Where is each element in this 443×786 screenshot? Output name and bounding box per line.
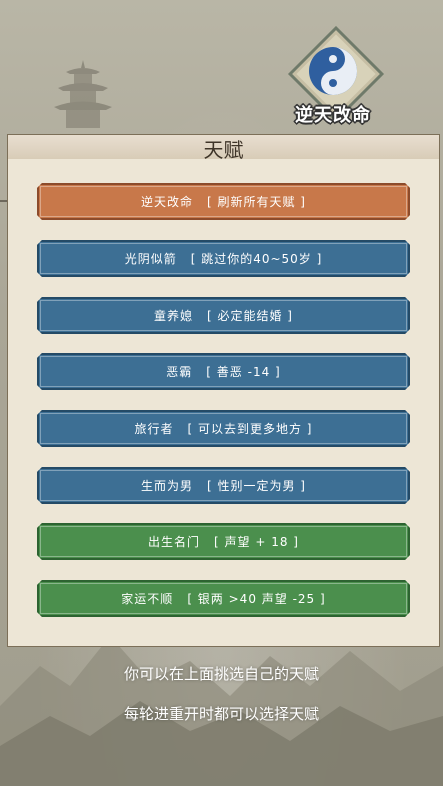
hint-text-2: 每轮进重开时都可以选择天赋 xyxy=(123,705,319,723)
talent-list: 逆天改命 [ 刷新所有天赋 ] 光阴似箭 [ 跳过你的40~50岁 ] 童养媳 … xyxy=(8,159,439,646)
talent-name: 光阴似箭 xyxy=(124,252,177,266)
talent-name: 童养媳 xyxy=(153,309,193,323)
yin-yang-icon xyxy=(309,47,357,95)
talent-effect: [ 跳过你的40~50岁 ] xyxy=(190,252,323,266)
talent-effect: [ 可以去到更多地方 ] xyxy=(187,422,313,436)
talent-name: 家运不顺 xyxy=(121,592,174,606)
talent-effect: [ 银两 >40 声望 -25 ] xyxy=(187,592,326,606)
pagoda-icon xyxy=(54,60,112,128)
talent-effect: [ 善恶 -14 ] xyxy=(206,365,281,379)
talent-option[interactable]: 家运不顺 [ 银两 >40 声望 -25 ] xyxy=(37,580,410,617)
talent-option[interactable]: 出生名门 [ 声望 + 18 ] xyxy=(37,523,410,560)
talent-name: 逆天改命 xyxy=(140,195,193,209)
talent-effect: [ 性别一定为男 ] xyxy=(207,479,306,493)
brand-logo: 逆天改命 xyxy=(287,25,385,126)
talent-name: 恶霸 xyxy=(166,365,193,379)
talent-option[interactable]: 旅行者 [ 可以去到更多地方 ] xyxy=(37,410,410,447)
talent-option[interactable]: 童养媳 [ 必定能结婚 ] xyxy=(37,297,410,334)
panel-header: 天赋 xyxy=(8,135,439,162)
brand-title: 逆天改命 xyxy=(295,105,371,126)
talent-effect: [ 必定能结婚 ] xyxy=(207,309,293,323)
talent-panel: 天赋 逆天改命 [ 刷新所有天赋 ] 光阴似箭 [ 跳过你的40~50岁 ] 童… xyxy=(7,134,440,647)
talent-option[interactable]: 生而为男 [ 性别一定为男 ] xyxy=(37,467,410,504)
hint-text-1: 你可以在上面挑选自己的天赋 xyxy=(123,665,319,683)
talent-name: 生而为男 xyxy=(140,479,193,493)
talent-option[interactable]: 逆天改命 [ 刷新所有天赋 ] xyxy=(37,183,410,220)
talent-name: 出生名门 xyxy=(148,535,201,549)
talent-option[interactable]: 恶霸 [ 善恶 -14 ] xyxy=(37,353,410,390)
talent-option[interactable]: 光阴似箭 [ 跳过你的40~50岁 ] xyxy=(37,240,410,277)
talent-effect: [ 声望 + 18 ] xyxy=(214,535,299,549)
talent-effect: [ 刷新所有天赋 ] xyxy=(207,195,306,209)
talent-name: 旅行者 xyxy=(134,422,174,436)
